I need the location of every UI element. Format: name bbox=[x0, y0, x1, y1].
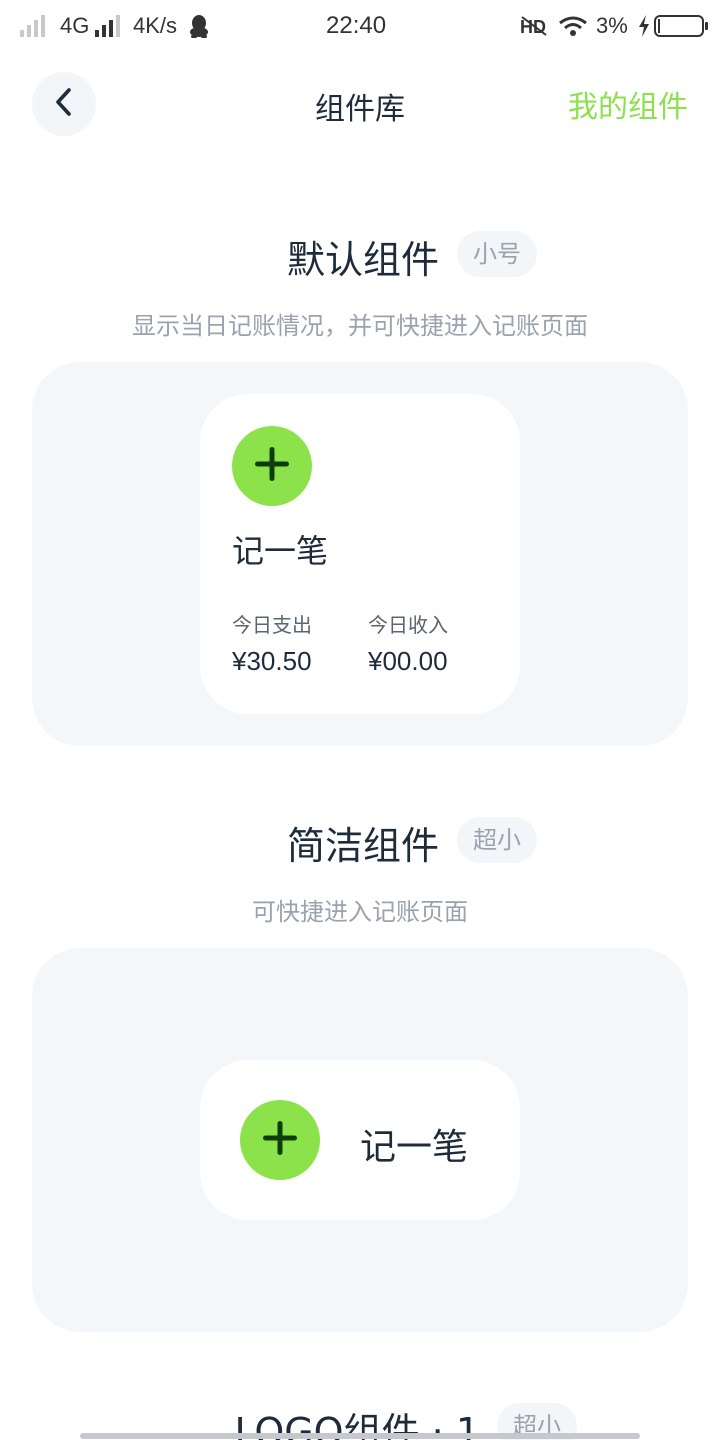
plus-icon bbox=[255, 447, 289, 485]
my-widgets-link[interactable]: 我的组件 bbox=[568, 82, 688, 126]
battery-icon bbox=[654, 12, 710, 40]
simple-widget-preview: 记一笔 bbox=[32, 948, 688, 1332]
today-income-label: 今日收入 bbox=[368, 613, 448, 637]
signal-strength-icon bbox=[95, 12, 123, 40]
section-title: 简洁组件 bbox=[286, 824, 439, 868]
today-expense-value: ¥30.50 bbox=[232, 646, 312, 676]
section-description: 显示当日记账情况，并可快捷进入记账页面 bbox=[132, 312, 588, 340]
status-bar: 4G 4K/s 22:40 HD 3% bbox=[0, 0, 720, 52]
network-speed: 4K/s bbox=[133, 13, 178, 38]
svg-text:HD: HD bbox=[520, 17, 546, 37]
today-expense-label: 今日支出 bbox=[232, 613, 312, 637]
simple-widget-card[interactable]: 记一笔 bbox=[200, 1060, 520, 1220]
nav-bar: 组件库 我的组件 bbox=[0, 70, 720, 140]
network-type: 4G bbox=[60, 13, 90, 38]
widget-action-label: 记一笔 bbox=[232, 532, 329, 570]
wifi-icon bbox=[558, 12, 588, 40]
widget-library-screen: 4G 4K/s 22:40 HD 3% 组件库 我的组件 默认组件 小号 显示当… bbox=[0, 0, 720, 1440]
qq-icon bbox=[188, 12, 210, 40]
size-tag: 超小 bbox=[457, 817, 537, 863]
size-tag: 小号 bbox=[457, 231, 537, 277]
battery-percent: 3% bbox=[596, 13, 628, 38]
default-widget-preview: 记一笔 今日支出 ¥30.50 今日收入 ¥00.00 bbox=[32, 362, 688, 746]
today-income-value: ¥00.00 bbox=[368, 646, 448, 676]
home-indicator[interactable] bbox=[80, 1433, 640, 1439]
add-record-button[interactable] bbox=[240, 1100, 320, 1180]
section-description: 可快捷进入记账页面 bbox=[252, 898, 468, 926]
default-widget-card[interactable]: 记一笔 今日支出 ¥30.50 今日收入 ¥00.00 bbox=[200, 394, 520, 714]
add-record-button[interactable] bbox=[232, 426, 312, 506]
section-title: 默认组件 bbox=[286, 238, 439, 282]
widget-action-label: 记一笔 bbox=[360, 1127, 469, 1168]
section-header-default: 默认组件 小号 bbox=[0, 225, 720, 285]
nfc-off-icon: HD bbox=[520, 12, 548, 40]
clock: 22:40 bbox=[326, 12, 387, 39]
charging-icon bbox=[638, 12, 650, 40]
section-header-simple: 简洁组件 超小 bbox=[0, 811, 720, 871]
plus-icon bbox=[263, 1121, 297, 1159]
signal-icon bbox=[20, 12, 48, 40]
